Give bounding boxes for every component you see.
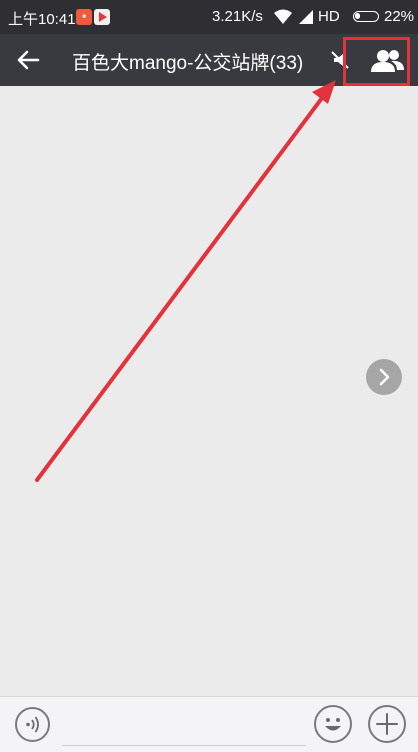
battery-icon (353, 11, 379, 22)
arrow-left-icon[interactable] (14, 46, 42, 74)
video-app-icon (94, 9, 110, 25)
battery-level-fill (355, 13, 360, 19)
signal-icon (299, 10, 313, 24)
wifi-icon (274, 9, 292, 24)
voice-icon (26, 716, 39, 733)
group-members-icon (371, 50, 404, 72)
emoji-icon (325, 718, 341, 731)
status-bar: 上午10:41 ■ 3.21K/s HD 22% (0, 0, 418, 34)
message-input[interactable] (62, 705, 306, 746)
network-speed: 3.21K/s (212, 8, 263, 25)
more-actions-button[interactable] (368, 705, 406, 743)
chevron-right-icon (379, 368, 390, 386)
emoji-button[interactable] (314, 705, 352, 743)
chat-message-area[interactable] (0, 86, 418, 696)
voice-button[interactable] (15, 707, 50, 742)
plus-icon (376, 713, 398, 735)
network-type: HD (318, 8, 340, 25)
chat-input-bar (0, 696, 418, 752)
app-notification-icon: ■ (76, 9, 92, 25)
battery-percent: 22% (384, 8, 415, 25)
chat-title: 百色大mango-公交站牌(33) (72, 53, 304, 74)
group-members-button[interactable] (343, 37, 410, 86)
status-time: 上午10:41 (8, 11, 76, 28)
next-page-button[interactable] (366, 359, 402, 395)
